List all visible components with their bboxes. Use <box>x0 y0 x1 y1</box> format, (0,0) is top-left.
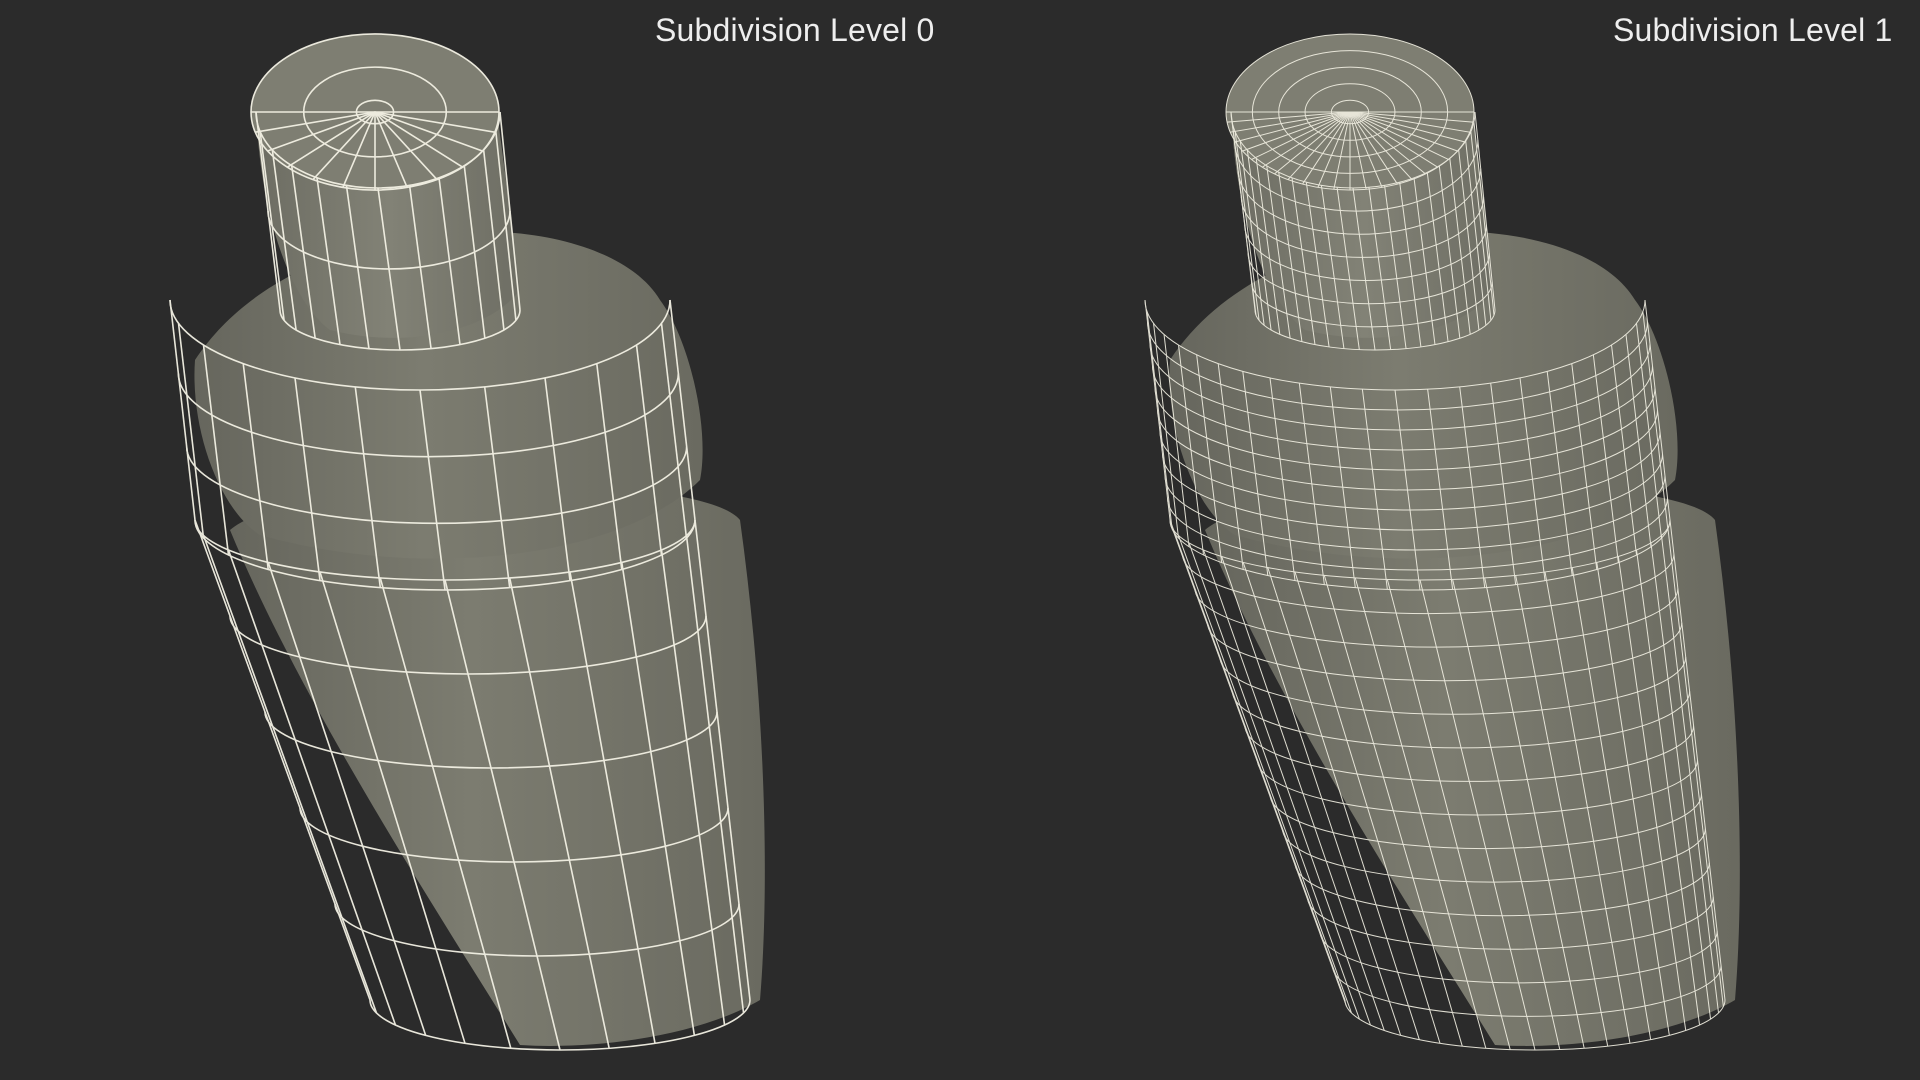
render-viewport: Subdivision Level 0 Subdivision Level 1 <box>0 0 1920 1080</box>
subdivision-level-0-label: Subdivision Level 0 <box>655 12 935 48</box>
shaker-level-0-model <box>169 33 765 1051</box>
subdivision-level-1-label: Subdivision Level 1 <box>1613 12 1893 48</box>
shaker-level-1-model <box>1144 33 1740 1051</box>
render-svg <box>169 33 1740 1051</box>
